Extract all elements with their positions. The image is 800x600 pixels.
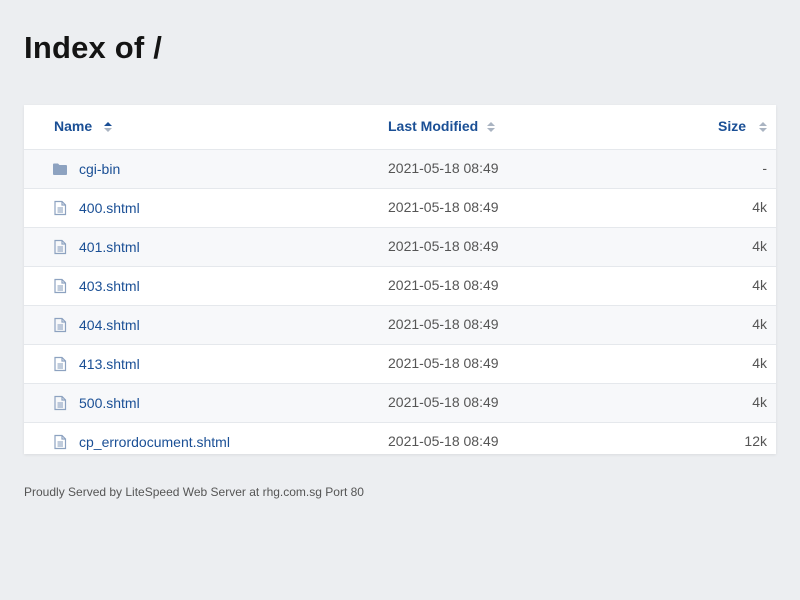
directory-listing-table: Name Last Modified Size cgi-bin 2021-05-…	[24, 105, 776, 454]
file-icon	[52, 395, 68, 411]
file-link[interactable]: 413.shtml	[79, 356, 140, 372]
file-size: 4k	[752, 355, 767, 371]
modified-date: 2021-05-18 08:49	[388, 160, 499, 176]
file-icon	[52, 317, 68, 333]
modified-date: 2021-05-18 08:49	[388, 316, 499, 332]
modified-date: 2021-05-18 08:49	[388, 238, 499, 254]
table-row: 413.shtml 2021-05-18 08:49 4k	[24, 344, 776, 383]
file-size: 4k	[752, 316, 767, 332]
sort-arrows-icon[interactable]	[759, 122, 767, 132]
file-icon	[52, 278, 68, 294]
table-row: 400.shtml 2021-05-18 08:49 4k	[24, 188, 776, 227]
modified-date: 2021-05-18 08:49	[388, 199, 499, 215]
table-row: 401.shtml 2021-05-18 08:49 4k	[24, 227, 776, 266]
file-link[interactable]: 500.shtml	[79, 395, 140, 411]
table-row: 500.shtml 2021-05-18 08:49 4k	[24, 383, 776, 422]
sort-arrows-icon[interactable]	[487, 122, 495, 132]
file-link[interactable]: cp_errordocument.shtml	[79, 434, 230, 450]
modified-date: 2021-05-18 08:49	[388, 433, 499, 449]
file-link[interactable]: 404.shtml	[79, 317, 140, 333]
file-link[interactable]: 403.shtml	[79, 278, 140, 294]
file-icon	[52, 356, 68, 372]
table-row: 403.shtml 2021-05-18 08:49 4k	[24, 266, 776, 305]
file-icon	[52, 200, 68, 216]
table-row: 404.shtml 2021-05-18 08:49 4k	[24, 305, 776, 344]
sort-by-size-link[interactable]: Size	[718, 118, 746, 134]
file-icon	[52, 434, 68, 450]
file-size: 12k	[744, 433, 767, 449]
table-row: cp_errordocument.shtml 2021-05-18 08:49 …	[24, 422, 776, 461]
table-row: cgi-bin 2021-05-18 08:49 -	[24, 149, 776, 188]
modified-date: 2021-05-18 08:49	[388, 394, 499, 410]
file-link[interactable]: 401.shtml	[79, 239, 140, 255]
table-header: Name Last Modified Size	[24, 105, 776, 149]
sort-arrows-icon[interactable]	[104, 122, 112, 132]
page-title: Index of /	[24, 30, 163, 65]
sort-by-name-link[interactable]: Name	[54, 118, 92, 134]
file-link[interactable]: 400.shtml	[79, 200, 140, 216]
file-icon	[52, 239, 68, 255]
file-link[interactable]: cgi-bin	[79, 161, 120, 177]
file-size: 4k	[752, 394, 767, 410]
file-size: -	[762, 160, 767, 176]
folder-icon	[52, 161, 68, 177]
sort-by-modified-link[interactable]: Last Modified	[388, 118, 478, 134]
file-size: 4k	[752, 277, 767, 293]
file-size: 4k	[752, 238, 767, 254]
modified-date: 2021-05-18 08:49	[388, 277, 499, 293]
file-size: 4k	[752, 199, 767, 215]
server-footer: Proudly Served by LiteSpeed Web Server a…	[24, 485, 364, 499]
modified-date: 2021-05-18 08:49	[388, 355, 499, 371]
